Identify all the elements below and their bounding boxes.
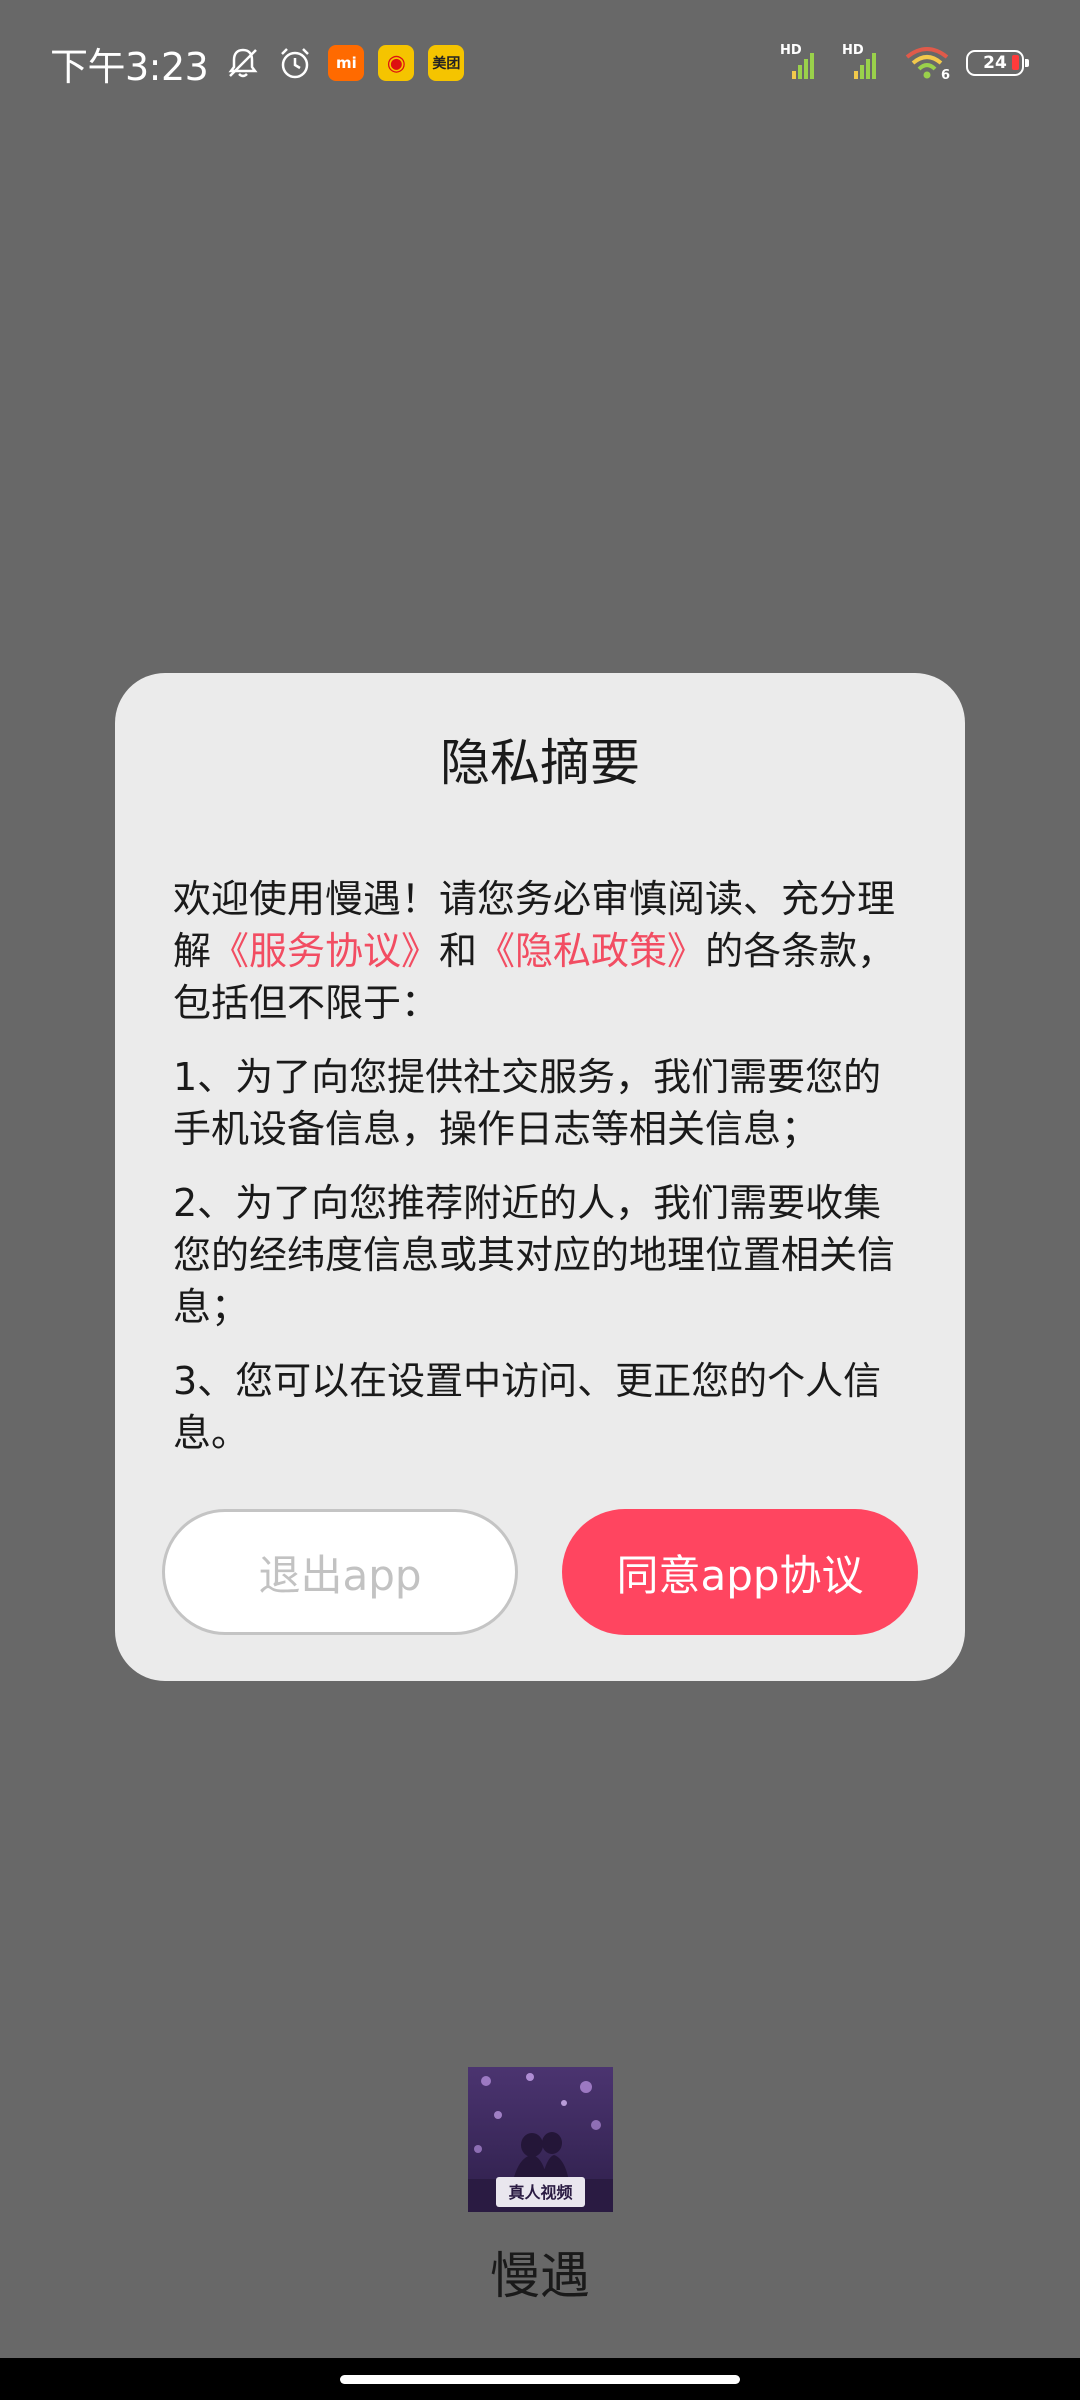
weibo-icon: ◉ bbox=[378, 45, 415, 81]
status-right: HD HD 6 24 bbox=[780, 40, 1029, 86]
exit-app-button[interactable]: 退出app bbox=[162, 1509, 518, 1635]
dialog-body: 欢迎使用慢遇！请您务必审慎阅读、充分理解《服务协议》和《隐私政策》的各条款，包括… bbox=[173, 873, 905, 1481]
dialog-title: 隐私摘要 bbox=[440, 734, 640, 792]
xiaomi-icon: mi bbox=[328, 45, 365, 81]
navigation-bar bbox=[0, 2358, 1080, 2400]
app-logo: 真人视频 bbox=[468, 2067, 613, 2212]
battery-level: 24 bbox=[983, 52, 1007, 73]
policy-item-3: 3、您可以在设置中访问、更正您的个人信息。 bbox=[173, 1359, 882, 1455]
status-time: 下午3:23 bbox=[50, 44, 209, 89]
app-name: 慢遇 bbox=[490, 2247, 590, 2305]
wifi-6-label: 6 bbox=[940, 68, 950, 83]
cellular-signal-2-icon: HD bbox=[842, 43, 882, 83]
wifi-icon: 6 bbox=[904, 43, 950, 83]
app-logo-caption: 真人视频 bbox=[508, 2183, 573, 2202]
battery-icon: 24 bbox=[966, 50, 1029, 76]
signal-hd-label: HD bbox=[780, 43, 802, 58]
privacy-dialog: 隐私摘要 欢迎使用慢遇！请您务必审慎阅读、充分理解《服务协议》和《隐私政策》的各… bbox=[115, 673, 965, 1681]
policy-item-2: 2、为了向您推荐附近的人，我们需要收集您的经纬度信息或其对应的地理位置相关信息； bbox=[173, 1181, 896, 1329]
battery-low-indicator bbox=[1012, 55, 1019, 70]
home-indicator[interactable] bbox=[340, 2375, 740, 2384]
mute-icon bbox=[224, 44, 262, 82]
status-bar: 下午3:23 mi ◉ 美团 HD HD 6 24 bbox=[0, 0, 1080, 124]
privacy-policy-link[interactable]: 《隐私政策》 bbox=[477, 929, 705, 973]
cellular-signal-icon: HD bbox=[780, 43, 820, 83]
and-text: 和 bbox=[439, 929, 478, 973]
signal-2-hd-label: HD bbox=[842, 43, 864, 58]
intro-paragraph: 欢迎使用慢遇！请您务必审慎阅读、充分理解《服务协议》和《隐私政策》的各条款，包括… bbox=[173, 873, 905, 1029]
alarm-icon bbox=[276, 44, 314, 82]
service-agreement-link[interactable]: 《服务协议》 bbox=[211, 929, 439, 973]
policy-item-1: 1、为了向您提供社交服务，我们需要您的手机设备信息，操作日志等相关信息； bbox=[173, 1055, 882, 1151]
status-left: 下午3:23 mi ◉ 美团 bbox=[50, 38, 465, 89]
meituan-icon: 美团 bbox=[428, 45, 465, 81]
agree-button[interactable]: 同意app协议 bbox=[562, 1509, 918, 1635]
